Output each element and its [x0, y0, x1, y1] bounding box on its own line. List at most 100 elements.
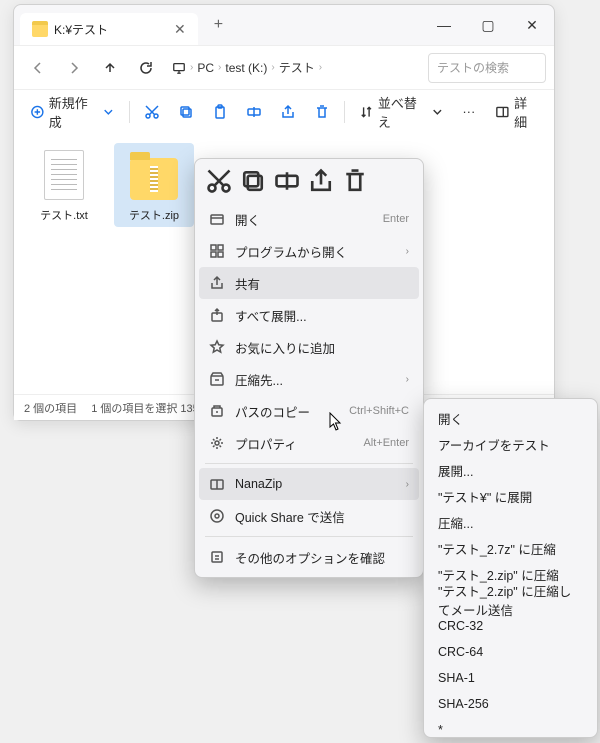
chevron-right-icon: ›: [319, 62, 322, 73]
chevron-right-icon: ›: [190, 62, 193, 73]
chevron-right-icon: ›: [406, 374, 409, 385]
submenu-item-label: 圧縮...: [438, 513, 583, 532]
sort-icon: [359, 104, 374, 120]
extract-icon: [209, 307, 225, 323]
command-bar: 新規作成 並べ替え ··· 詳細: [14, 89, 554, 133]
props-icon: [209, 435, 225, 451]
more-icon: [209, 549, 225, 565]
qshare-icon: [209, 508, 225, 524]
rename-icon: [246, 104, 262, 120]
submenu-item-label: "テスト_2.zip" に圧縮してメール送信: [438, 581, 583, 619]
submenu-item[interactable]: アーカイブをテスト: [430, 431, 591, 457]
menu-item[interactable]: 共有: [199, 267, 419, 299]
submenu-item-label: 開く: [438, 409, 583, 428]
breadcrumb-item[interactable]: test (K:): [225, 61, 267, 75]
nav-bar: › PC › test (K:) › テスト › テストの検索: [14, 45, 554, 89]
search-input[interactable]: テストの検索: [428, 53, 546, 83]
submenu-item[interactable]: 圧縮...: [430, 509, 591, 535]
new-button[interactable]: 新規作成: [22, 96, 123, 128]
refresh-button[interactable]: [130, 52, 162, 84]
context-menu: 開くEnterプログラムから開く› 共有すべて展開... お気に入りに追加圧縮先..…: [194, 158, 424, 578]
tab-title: K:¥テスト: [54, 21, 108, 38]
submenu-item-label: CRC-32: [438, 619, 583, 633]
menu-item[interactable]: プロパティAlt+Enter: [199, 427, 419, 459]
pc-icon: [172, 61, 186, 75]
submenu-item-label: "テスト¥" に展開: [438, 487, 583, 506]
rename-button[interactable]: [273, 167, 301, 195]
zip-folder-icon: [130, 147, 178, 203]
menu-item[interactable]: 開くEnter: [199, 203, 419, 235]
file-label: テスト.zip: [129, 207, 179, 223]
breadcrumb[interactable]: › PC › test (K:) › テスト ›: [166, 59, 424, 76]
forward-button[interactable]: [58, 52, 90, 84]
rename-button[interactable]: [238, 96, 270, 128]
folder-icon: [32, 21, 48, 37]
file-item[interactable]: テスト.zip: [114, 143, 194, 227]
rename-icon: [273, 167, 301, 195]
copy-button[interactable]: [239, 167, 267, 195]
menu-item[interactable]: パスのコピーCtrl+Shift+C: [199, 395, 419, 427]
delete-button[interactable]: [306, 96, 338, 128]
submenu-item-label: SHA-1: [438, 671, 583, 685]
menu-item-label: NanaZip: [235, 477, 396, 491]
sort-button[interactable]: 並べ替え: [351, 96, 452, 128]
submenu-item-label: アーカイブをテスト: [438, 435, 583, 454]
menu-item-label: すべて展開...: [235, 306, 409, 325]
breadcrumb-item[interactable]: テスト: [279, 59, 315, 76]
submenu-item[interactable]: 展開...: [430, 457, 591, 483]
menu-item[interactable]: NanaZip›: [199, 468, 419, 500]
copy-button[interactable]: [170, 96, 202, 128]
share-icon: [307, 167, 335, 195]
menu-item[interactable]: 圧縮先...›: [199, 363, 419, 395]
menu-item[interactable]: プログラムから開く›: [199, 235, 419, 267]
context-submenu: 開くアーカイブをテスト展開... "テスト¥" に展開圧縮... "テスト_2.7z…: [423, 398, 598, 738]
delete-button[interactable]: [341, 167, 369, 195]
trash-icon: [341, 167, 369, 195]
cut-button[interactable]: [205, 167, 233, 195]
add-tab-button[interactable]: +: [214, 16, 223, 34]
close-button[interactable]: ✕: [510, 10, 554, 40]
menu-item-label: パスのコピー: [235, 402, 339, 421]
chevron-right-icon: ›: [218, 62, 221, 73]
menu-separator: [205, 463, 413, 464]
share-button[interactable]: [307, 167, 335, 195]
open-icon: [209, 211, 225, 227]
submenu-item[interactable]: "テスト_2.zip" に圧縮してメール送信: [430, 587, 591, 613]
panel-icon: [495, 104, 510, 120]
menu-separator: [205, 536, 413, 537]
window-tab[interactable]: K:¥テスト ✕: [20, 13, 198, 45]
submenu-item-label: 展開...: [438, 461, 583, 480]
submenu-item[interactable]: *: [430, 717, 591, 743]
menu-item-hint: Enter: [383, 213, 409, 225]
paste-button[interactable]: [204, 96, 236, 128]
minimize-button[interactable]: —: [422, 10, 466, 40]
share-icon: [209, 275, 225, 291]
submenu-item-label: *: [438, 723, 583, 737]
breadcrumb-item[interactable]: PC: [197, 61, 214, 75]
chevron-right-icon: ›: [406, 246, 409, 257]
submenu-item[interactable]: 開く: [430, 405, 591, 431]
up-button[interactable]: [94, 52, 126, 84]
share-button[interactable]: [272, 96, 304, 128]
item-count: 2 個の項目: [24, 400, 77, 416]
more-button[interactable]: ···: [454, 96, 483, 128]
menu-item[interactable]: お気に入りに追加: [199, 331, 419, 363]
submenu-item[interactable]: "テスト_2.7z" に圧縮: [430, 535, 591, 561]
cut-button[interactable]: [136, 96, 168, 128]
file-item[interactable]: テスト.txt: [24, 143, 104, 227]
details-pane-button[interactable]: 詳細: [487, 96, 546, 128]
plus-circle-icon: [30, 104, 45, 120]
context-toolbar: [199, 163, 419, 203]
submenu-item[interactable]: SHA-256: [430, 691, 591, 717]
menu-item[interactable]: その他のオプションを確認: [199, 541, 419, 573]
submenu-item[interactable]: CRC-64: [430, 639, 591, 665]
back-button[interactable]: [22, 52, 54, 84]
menu-item-label: 共有: [235, 274, 409, 293]
close-tab-icon[interactable]: ✕: [174, 21, 186, 38]
menu-item[interactable]: すべて展開...: [199, 299, 419, 331]
submenu-item[interactable]: "テスト¥" に展開: [430, 483, 591, 509]
menu-item[interactable]: Quick Share で送信: [199, 500, 419, 532]
maximize-button[interactable]: ▢: [466, 10, 510, 40]
menu-item-hint: Alt+Enter: [363, 437, 409, 449]
submenu-item[interactable]: SHA-1: [430, 665, 591, 691]
